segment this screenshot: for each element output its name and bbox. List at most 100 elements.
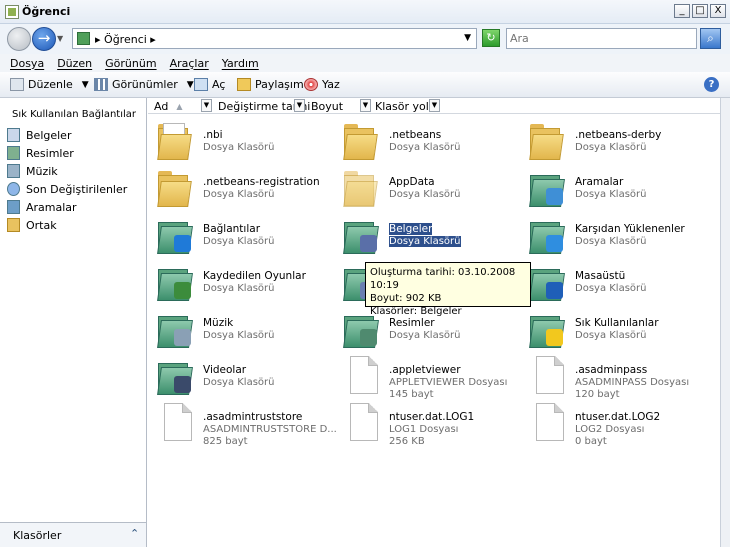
organize-icon xyxy=(10,78,24,91)
sidebar-item-label: Son Değiştirilenler xyxy=(26,182,128,196)
address-path[interactable]: ▸ Öğrenci ▸ xyxy=(95,33,156,46)
file-type: Dosya Klasörü xyxy=(575,330,647,341)
menu-yardim[interactable]: Yardım xyxy=(222,57,259,70)
menu-gorunum[interactable]: Görünüm xyxy=(105,57,156,70)
file-item[interactable]: .netbeans Dosya Klasörü xyxy=(334,117,519,163)
views-dropdown-icon: ▼ xyxy=(186,79,194,90)
sort-ascending-icon: ▲ xyxy=(176,101,183,111)
special-folder-icon xyxy=(342,213,380,255)
views-button[interactable]: Görünümler ▼ xyxy=(94,78,194,91)
search-field[interactable] xyxy=(506,28,697,49)
sidebar-item-ortak[interactable]: Ortak xyxy=(7,217,57,233)
special-folder-icon xyxy=(528,166,566,208)
searches-icon xyxy=(7,200,20,214)
sidebar-item-muzik[interactable]: Müzik xyxy=(7,163,58,179)
breadcrumb-chevron-icon[interactable]: ▸ xyxy=(150,33,156,46)
views-label: Görünümler xyxy=(112,78,178,91)
file-item[interactable]: ntuser.dat.LOG1 LOG1 Dosyası 256 KB xyxy=(334,399,519,447)
command-toolbar: Düzenle ▼ Görünümler ▼ Aç Paylaşım Yaz ? xyxy=(0,72,730,98)
address-dropdown-icon[interactable]: ▼ xyxy=(464,33,471,43)
file-item[interactable]: AppData Dosya Klasörü xyxy=(334,164,519,210)
column-path-label: Klasör yolu xyxy=(375,99,436,113)
folder-icon xyxy=(156,119,194,161)
special-folder-icon xyxy=(528,213,566,255)
file-item[interactable]: .nbi Dosya Klasörü xyxy=(148,117,333,163)
window-title: Öğrenci xyxy=(22,5,71,18)
file-item[interactable]: .netbeans-derby Dosya Klasörü xyxy=(520,117,705,163)
menu-araclar[interactable]: Araçlar xyxy=(170,57,209,70)
file-item[interactable]: Müzik Dosya Klasörü xyxy=(148,305,333,351)
file-item[interactable]: Kaydedilen Oyunlar Dosya Klasörü xyxy=(148,258,333,304)
burn-button[interactable]: Yaz xyxy=(304,78,340,91)
file-name: Aramalar xyxy=(575,176,624,188)
menu-dosya[interactable]: Dosya xyxy=(10,57,44,70)
back-button[interactable] xyxy=(7,27,31,51)
file-type: Dosya Klasörü xyxy=(575,283,647,294)
file-item[interactable]: Sık Kullanılanlar Dosya Klasörü xyxy=(520,305,705,351)
file-item[interactable]: Karşıdan Yüklenenler Dosya Klasörü xyxy=(520,211,705,257)
documents-icon xyxy=(7,128,20,142)
refresh-button[interactable]: ↻ xyxy=(482,29,500,47)
column-name-dropdown-icon[interactable]: ▼ xyxy=(201,99,212,112)
file-item[interactable]: Videolar Dosya Klasörü xyxy=(148,352,333,398)
file-item[interactable]: Bağlantılar Dosya Klasörü xyxy=(148,211,333,257)
sidebar-item-son-degistirilenler[interactable]: Son Değiştirilenler xyxy=(7,181,127,197)
search-input[interactable] xyxy=(507,29,677,47)
maximize-button[interactable]: □ xyxy=(692,4,708,18)
file-item[interactable]: .netbeans-registration Dosya Klasörü xyxy=(148,164,333,210)
breadcrumb-item[interactable]: Öğrenci xyxy=(104,33,147,46)
folder-icon xyxy=(77,32,90,45)
sidebar-item-belgeler[interactable]: Belgeler xyxy=(7,127,71,143)
close-button[interactable]: X xyxy=(710,4,726,18)
sidebar-item-label: Ortak xyxy=(26,218,57,232)
file-item[interactable]: Belgeler Dosya Klasörü xyxy=(334,211,519,257)
file-item[interactable]: Aramalar Dosya Klasörü xyxy=(520,164,705,210)
minimize-button[interactable]: _ xyxy=(674,4,690,18)
file-size: 256 KB xyxy=(389,436,425,447)
share-icon xyxy=(237,78,251,91)
file-name: .netbeans xyxy=(389,129,442,141)
column-size-dropdown-icon[interactable]: ▼ xyxy=(360,99,371,112)
folder-icon xyxy=(342,166,380,208)
file-type: Dosya Klasörü xyxy=(389,330,461,341)
special-folder-icon xyxy=(156,354,194,396)
file-type: Dosya Klasörü xyxy=(389,236,461,247)
column-date-dropdown-icon[interactable]: ▼ xyxy=(294,99,305,112)
vertical-scrollbar[interactable] xyxy=(720,98,730,547)
share-button[interactable]: Paylaşım xyxy=(237,78,304,91)
file-type: LOG1 Dosyası xyxy=(389,424,459,435)
search-button[interactable]: ⌕ xyxy=(700,28,721,49)
file-item[interactable]: Masaüstü Dosya Klasörü xyxy=(520,258,705,304)
open-button[interactable]: Aç xyxy=(194,78,225,91)
folder-icon xyxy=(528,119,566,161)
file-item[interactable]: .asadmintruststore ASADMINTRUSTSTORE D...… xyxy=(148,399,337,447)
history-dropdown-icon[interactable]: ▼ xyxy=(57,34,63,43)
sidebar-item-aramalar[interactable]: Aramalar xyxy=(7,199,77,215)
sidebar-item-resimler[interactable]: Resimler xyxy=(7,145,74,161)
special-folder-icon xyxy=(528,260,566,302)
forward-button[interactable]: → xyxy=(32,27,56,51)
menu-duzen[interactable]: Düzen xyxy=(57,57,92,70)
file-name: Kaydedilen Oyunlar xyxy=(203,270,306,282)
column-size[interactable]: Boyut xyxy=(311,99,343,113)
folders-toggle[interactable]: Klasörler ⌃ xyxy=(0,522,147,547)
help-button[interactable]: ? xyxy=(704,77,719,92)
file-icon xyxy=(528,354,566,396)
file-icon xyxy=(342,354,380,396)
open-label: Aç xyxy=(212,78,226,91)
organize-button[interactable]: Düzenle ▼ xyxy=(10,78,89,91)
file-item[interactable]: .appletviewer APPLETVIEWER Dosyası 145 bay… xyxy=(334,352,519,400)
public-folder-icon xyxy=(7,218,20,232)
file-item[interactable]: .asadminpass ASADMINPASS Dosyası 120 bayt xyxy=(520,352,705,400)
breadcrumb-separator[interactable]: ▸ xyxy=(95,33,101,46)
file-name: Belgeler xyxy=(389,223,433,235)
file-name: Videolar xyxy=(203,364,247,376)
file-type: Dosya Klasörü xyxy=(203,330,275,341)
column-name[interactable]: Ad ▲ xyxy=(154,99,182,113)
column-folder-path[interactable]: Klasör yolu xyxy=(375,99,436,113)
window-controls: _ □ X xyxy=(674,4,726,18)
address-field[interactable]: ▸ Öğrenci ▸ ▼ xyxy=(72,28,477,49)
file-item[interactable]: ntuser.dat.LOG2 LOG2 Dosyası 0 bayt xyxy=(520,399,705,447)
column-path-dropdown-icon[interactable]: ▼ xyxy=(429,99,440,112)
file-type: LOG2 Dosyası xyxy=(575,424,645,435)
